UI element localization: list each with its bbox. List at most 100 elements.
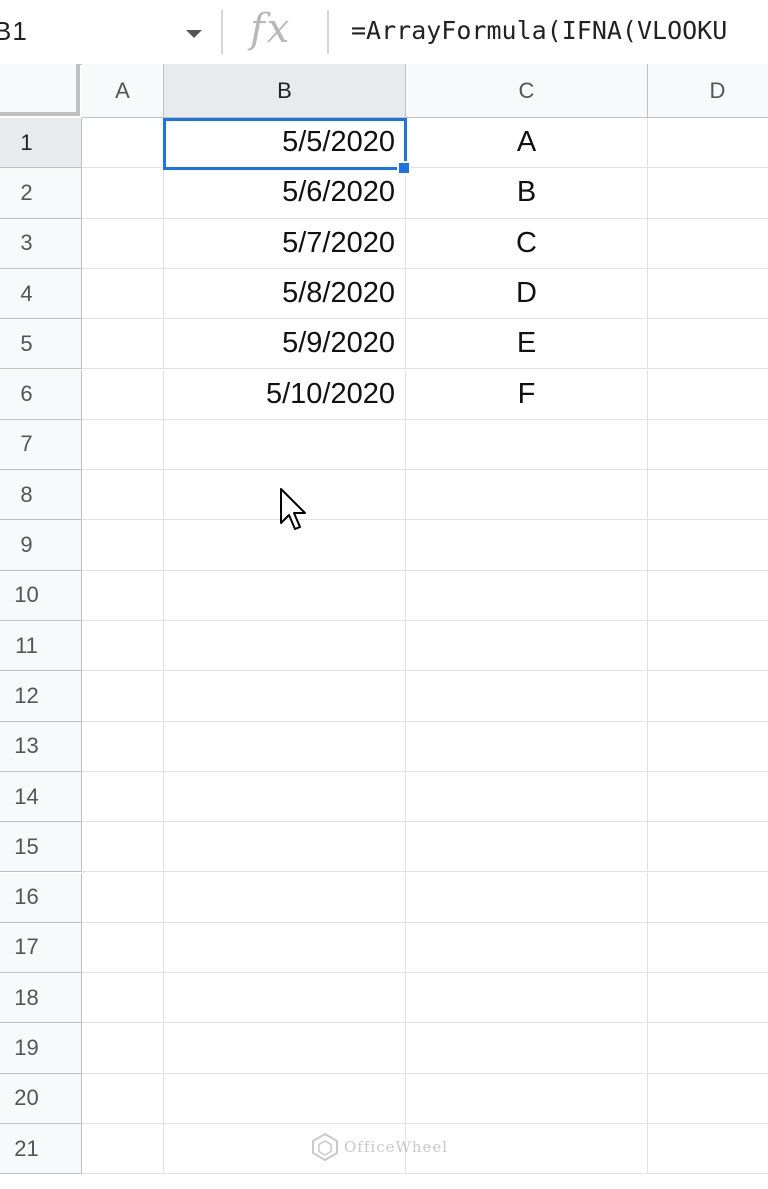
cell-b16[interactable] [164,872,406,923]
cell-c17[interactable] [406,922,648,974]
cell-a17[interactable] [82,922,164,974]
row-header-4[interactable]: 4 [0,268,82,320]
cell-d12[interactable] [648,671,768,722]
cell-b19[interactable] [164,1023,406,1074]
column-header-c[interactable]: C [406,64,648,118]
cell-a2[interactable] [82,168,164,219]
row-header-7[interactable]: 7 [0,419,82,471]
cell-a8[interactable] [82,470,164,521]
row-header-16[interactable]: 16 [0,872,82,923]
cell-b1[interactable]: 5/5/2020 [164,118,406,169]
cell-a6[interactable] [82,369,164,420]
cell-c18[interactable] [406,973,648,1024]
cell-b4[interactable]: 5/8/2020 [164,268,406,320]
cell-b2[interactable]: 5/6/2020 [164,168,406,219]
cell-a10[interactable] [82,570,164,621]
cell-b17[interactable] [164,922,406,974]
row-header-10[interactable]: 10 [0,570,82,621]
cell-d19[interactable] [648,1023,768,1074]
column-header-d[interactable]: D [648,64,768,118]
cell-a12[interactable] [82,671,164,722]
cell-b14[interactable] [164,771,406,823]
cell-a19[interactable] [82,1023,164,1074]
cell-c16[interactable] [406,872,648,923]
row-header-13[interactable]: 13 [0,721,82,772]
row-header-14[interactable]: 14 [0,771,82,823]
cell-a5[interactable] [82,319,164,370]
cell-a18[interactable] [82,973,164,1024]
cell-c7[interactable] [406,419,648,471]
cell-c4[interactable]: D [406,268,648,320]
row-header-21[interactable]: 21 [0,1124,82,1175]
cell-d9[interactable] [648,520,768,571]
cell-a4[interactable] [82,268,164,320]
row-header-11[interactable]: 11 [0,621,82,672]
row-header-15[interactable]: 15 [0,822,82,873]
row-header-1[interactable]: 1 [0,118,82,169]
row-header-6[interactable]: 6 [0,369,82,420]
cell-c12[interactable] [406,671,648,722]
cell-d14[interactable] [648,772,768,823]
row-header-8[interactable]: 8 [0,470,82,521]
select-all-corner[interactable] [0,64,80,116]
cell-d20[interactable] [648,1074,768,1124]
cell-a16[interactable] [82,872,164,923]
cell-a13[interactable] [82,721,164,772]
cell-a14[interactable] [82,771,164,823]
cell-a15[interactable] [82,822,164,873]
cell-a20[interactable] [82,1073,164,1124]
cell-a11[interactable] [82,621,164,672]
cell-c5[interactable]: E [406,319,648,370]
cell-d18[interactable] [648,973,768,1024]
cell-a1[interactable] [82,118,164,169]
cell-c14[interactable] [406,771,648,823]
row-header-5[interactable]: 5 [0,319,82,370]
cell-d10[interactable] [648,571,768,621]
cell-b3[interactable]: 5/7/2020 [164,218,406,269]
row-header-19[interactable]: 19 [0,1023,82,1074]
row-header-9[interactable]: 9 [0,520,82,571]
cell-d6[interactable] [648,370,768,420]
cell-d15[interactable] [648,822,768,873]
cell-d21[interactable] [648,1124,768,1175]
cell-c6[interactable]: F [406,369,648,420]
cell-d17[interactable] [648,923,768,974]
cell-c11[interactable] [406,621,648,672]
cell-d2[interactable] [648,168,768,219]
cell-d16[interactable] [648,873,768,923]
cell-b18[interactable] [164,973,406,1024]
cell-c1[interactable]: A [406,118,648,169]
row-header-17[interactable]: 17 [0,922,82,974]
cell-d7[interactable] [648,420,768,471]
cell-a7[interactable] [82,419,164,471]
cell-c9[interactable] [406,520,648,571]
cell-d1[interactable] [648,118,768,169]
cell-b12[interactable] [164,671,406,722]
cell-a21[interactable] [82,1124,164,1175]
row-header-20[interactable]: 20 [0,1073,82,1124]
cell-c3[interactable]: C [406,218,648,269]
cell-a3[interactable] [82,218,164,269]
cell-b11[interactable] [164,621,406,672]
row-header-2[interactable]: 2 [0,168,82,219]
cell-c10[interactable] [406,570,648,621]
formula-input[interactable]: =ArrayFormula(IFNA(VLOOKU [351,16,727,45]
cell-d5[interactable] [648,319,768,370]
cell-d13[interactable] [648,722,768,772]
cell-d8[interactable] [648,470,768,521]
row-header-3[interactable]: 3 [0,218,82,269]
cell-c15[interactable] [406,822,648,873]
cell-b7[interactable] [164,419,406,471]
row-header-12[interactable]: 12 [0,671,82,722]
cell-c13[interactable] [406,721,648,772]
column-header-a[interactable]: A [82,64,164,118]
cell-c19[interactable] [406,1023,648,1074]
column-header-b[interactable]: B [164,64,406,118]
name-box[interactable]: B1 [0,0,220,64]
cell-b13[interactable] [164,721,406,772]
cell-b10[interactable] [164,570,406,621]
cell-d3[interactable] [648,219,768,269]
cell-b5[interactable]: 5/9/2020 [164,319,406,370]
cell-d4[interactable] [648,269,768,320]
row-header-18[interactable]: 18 [0,973,82,1024]
